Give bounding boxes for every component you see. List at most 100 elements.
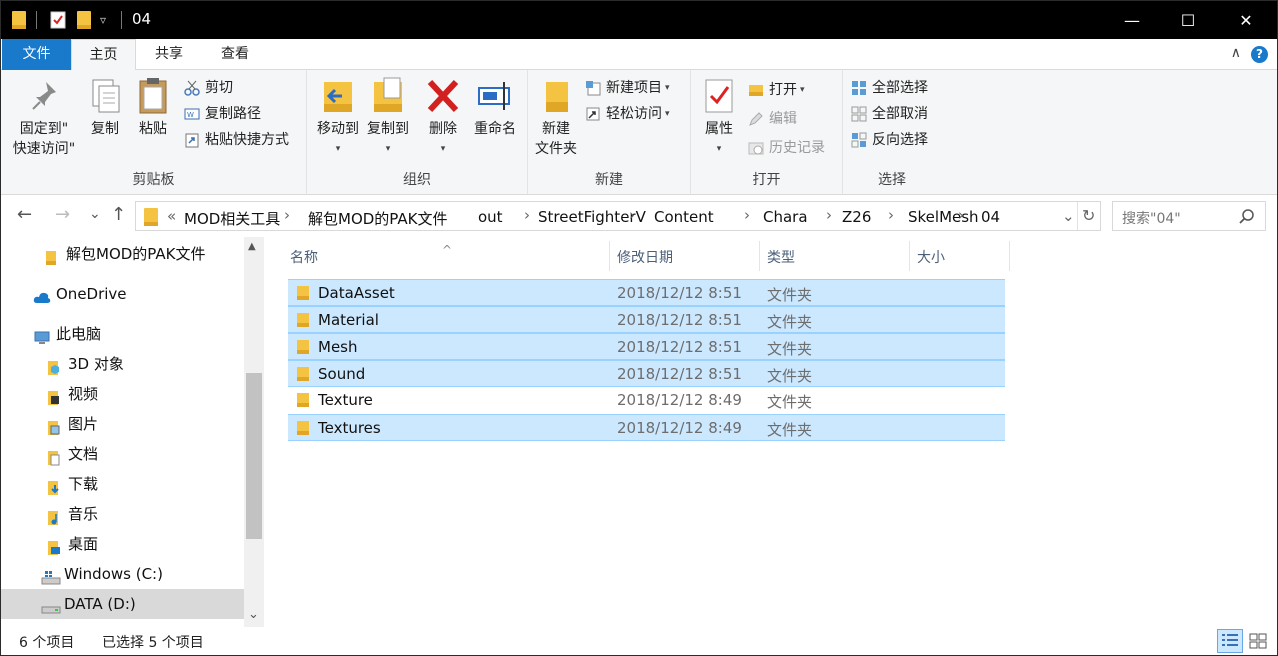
copy-to-button[interactable]: 复制到 ▾ — [363, 76, 413, 159]
collapse-ribbon-icon[interactable]: ∧ — [1231, 45, 1241, 61]
breadcrumb-chevron-icon[interactable]: › — [629, 206, 635, 224]
cut-button[interactable]: 剪切 — [184, 77, 233, 99]
file-row[interactable]: Texture 2018/12/12 8:49 文件夹 — [288, 387, 1005, 414]
navpane-item[interactable]: DATA (D:) — [1, 589, 244, 619]
select-none-label: 全部取消 — [872, 106, 928, 122]
breadcrumb-item[interactable]: out — [478, 208, 503, 226]
column-header-name[interactable]: 名称 — [290, 243, 318, 273]
breadcrumb-chevron-icon[interactable]: › — [524, 206, 530, 224]
easy-access-caret: ▾ — [665, 109, 670, 119]
ribbon: 固定到" 快速访问" 复制 粘贴 剪切 W 复制路径 粘贴快捷方式 剪贴板 移动… — [1, 70, 1277, 195]
breadcrumb-item[interactable]: SkelMesh — [908, 208, 979, 226]
breadcrumb-chevron-icon[interactable]: › — [958, 206, 964, 224]
back-button[interactable]: ← — [17, 204, 32, 225]
file-row[interactable]: Textures 2018/12/12 8:49 文件夹 — [288, 414, 1005, 441]
breadcrumb-item[interactable]: 04 — [981, 208, 1000, 226]
organize-group-label: 组织 — [403, 172, 431, 188]
navpane-item[interactable]: 3D 对象 — [45, 349, 124, 379]
app-folder-icon[interactable] — [12, 9, 26, 31]
file-row[interactable]: DataAsset 2018/12/12 8:51 文件夹 — [288, 279, 1005, 306]
properties-qa-icon[interactable] — [50, 9, 66, 31]
history-button[interactable]: 历史记录 — [748, 137, 825, 159]
copy-to-caret: ▾ — [385, 144, 391, 154]
navpane-item[interactable]: 视频 — [45, 379, 98, 409]
breadcrumb-chevron-icon[interactable]: › — [424, 206, 430, 224]
breadcrumb-item[interactable]: Chara — [763, 208, 808, 226]
refresh-icon[interactable]: ↻ — [1082, 206, 1095, 225]
column-header-size[interactable]: 大小 — [917, 243, 945, 273]
breadcrumb-item[interactable]: Z26 — [842, 208, 871, 226]
navpane-item[interactable]: 解包MOD的PAK文件 — [43, 239, 205, 269]
new-folder-qa-icon[interactable] — [77, 9, 91, 31]
easy-access-button[interactable]: 轻松访问 ▾ — [585, 103, 670, 125]
paste-button[interactable]: 粘贴 — [133, 76, 173, 139]
open-label: 打开 — [769, 82, 797, 98]
large-icons-view-button[interactable] — [1245, 629, 1271, 653]
navpane-item[interactable]: OneDrive — [33, 279, 127, 309]
new-folder-icon — [538, 76, 574, 116]
navpane-item[interactable]: 文档 — [45, 439, 98, 469]
up-button[interactable]: ↑ — [111, 204, 126, 225]
paste-icon — [135, 76, 171, 116]
select-none-button[interactable]: 全部取消 — [851, 103, 928, 125]
breadcrumb-chevron-icon[interactable]: › — [826, 206, 832, 224]
close-button[interactable]: ✕ — [1223, 1, 1269, 39]
address-dropdown-icon[interactable]: ⌄ — [1062, 207, 1075, 225]
tab-share[interactable]: 共享 — [137, 39, 201, 70]
paste-shortcut-button[interactable]: 粘贴快捷方式 — [184, 129, 289, 151]
file-row[interactable]: Mesh 2018/12/12 8:51 文件夹 — [288, 333, 1005, 360]
navpane-item[interactable]: 下载 — [45, 469, 98, 499]
qa-customize-icon[interactable]: ▿ — [100, 9, 106, 31]
navpane-item[interactable]: 桌面 — [45, 529, 98, 559]
navpane-item[interactable]: 此电脑 — [33, 319, 101, 349]
copy-path-button[interactable]: W 复制路径 — [184, 103, 261, 125]
file-name: Material — [318, 311, 379, 329]
properties-button[interactable]: 属性 ▾ — [697, 76, 741, 159]
copy-button[interactable]: 复制 — [85, 76, 125, 139]
column-header-type[interactable]: 类型 — [767, 243, 795, 273]
rename-label: 重命名 — [474, 121, 516, 137]
rename-button[interactable]: 重命名 — [470, 76, 520, 139]
help-icon[interactable]: ? — [1251, 46, 1268, 63]
forward-button[interactable]: → — [55, 204, 70, 225]
scroll-down-icon[interactable]: ⌄ — [248, 607, 259, 622]
edit-button[interactable]: 编辑 — [748, 108, 797, 130]
search-box[interactable]: 搜索"04" — [1112, 201, 1266, 231]
breadcrumb-item[interactable]: MOD相关工具 — [184, 208, 280, 229]
pin-label-1: 固定到" — [19, 121, 69, 137]
file-row[interactable]: Sound 2018/12/12 8:51 文件夹 — [288, 360, 1005, 387]
navpane-item[interactable]: 音乐 — [45, 499, 98, 529]
maximize-button[interactable]: ☐ — [1165, 1, 1211, 39]
clipboard-group-label: 剪贴板 — [132, 172, 175, 188]
select-all-button[interactable]: 全部选择 — [851, 77, 928, 99]
scroll-up-icon[interactable]: ▲ — [248, 241, 256, 252]
navpane-item[interactable]: Windows (C:) — [41, 559, 163, 589]
delete-button[interactable]: 删除 ▾ — [423, 76, 463, 159]
open-button[interactable]: 打开 ▾ — [748, 79, 805, 101]
pin-quick-access-button[interactable]: 固定到" 快速访问" — [9, 76, 79, 159]
3d-objects-icon — [45, 356, 61, 375]
tab-home[interactable]: 主页 — [71, 39, 136, 71]
file-row[interactable]: Material 2018/12/12 8:51 文件夹 — [288, 306, 1005, 333]
breadcrumb-item[interactable]: Content — [654, 208, 714, 226]
minimize-button[interactable]: — — [1109, 1, 1155, 39]
overflow-chevron-icon[interactable]: « — [167, 207, 176, 225]
navpane-item[interactable]: 图片 — [45, 409, 98, 439]
file-type: 文件夹 — [767, 367, 813, 385]
new-item-button[interactable]: 新建项目 ▾ — [585, 77, 670, 99]
folder-icon — [43, 246, 59, 265]
tab-file[interactable]: 文件 — [2, 39, 71, 70]
breadcrumb-chevron-icon[interactable]: › — [744, 206, 750, 224]
new-folder-button[interactable]: 新建 文件夹 — [532, 76, 580, 159]
tab-view[interactable]: 查看 — [203, 39, 267, 70]
navpane-scrollbar[interactable]: ▲ ⌄ — [244, 237, 264, 627]
breadcrumb-chevron-icon[interactable]: › — [888, 206, 894, 224]
scrollbar-thumb[interactable] — [246, 373, 262, 539]
column-header-date[interactable]: 修改日期 — [617, 243, 673, 273]
invert-selection-button[interactable]: 反向选择 — [851, 129, 928, 151]
address-bar[interactable]: « MOD相关工具 › 解包MOD的PAK文件 › out › StreetFighterV… — [135, 201, 1101, 231]
breadcrumb-chevron-icon[interactable]: › — [284, 206, 290, 224]
recent-locations-button[interactable]: ⌄ — [89, 206, 101, 222]
details-view-button[interactable] — [1217, 629, 1243, 653]
move-to-button[interactable]: 移动到 ▾ — [313, 76, 363, 159]
